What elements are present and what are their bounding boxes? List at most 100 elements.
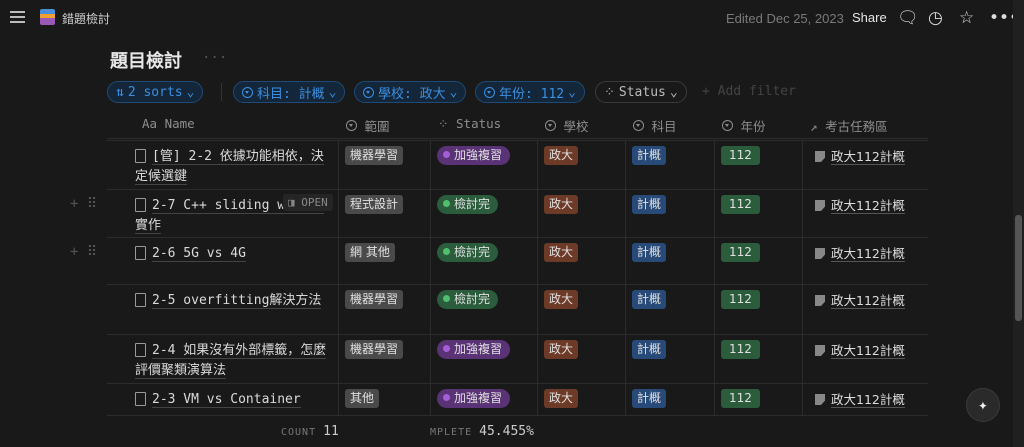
relation-link[interactable]: 政大112計概	[815, 340, 905, 359]
comment-icon[interactable]: 🗨	[897, 8, 919, 28]
column-header-school[interactable]: 學校	[545, 116, 589, 135]
page-icon	[815, 151, 825, 162]
status-dot	[443, 345, 450, 352]
filter-subject[interactable]: 科目: 計概 ⌄	[233, 81, 346, 103]
add-row-icon[interactable]: + ⠿	[70, 244, 97, 260]
column-header-name[interactable]: Aa Name	[142, 116, 195, 131]
arrow-icon: ↗	[810, 119, 818, 134]
sorts-label: 2 sorts	[127, 84, 183, 100]
subject-tag[interactable]: 計概	[632, 146, 667, 165]
table-row[interactable]: 2-7 C++ sliding window實作 ◨ OPEN 程式設計 檢討完…	[107, 189, 928, 237]
row-name[interactable]: 2-6 5G vs 4G	[135, 244, 335, 264]
page-icon	[40, 9, 55, 25]
status-dot	[443, 200, 450, 207]
filter-status[interactable]: ⁘ Status ⌄	[595, 81, 687, 103]
school-tag[interactable]: 政大	[544, 146, 579, 165]
add-row-icon[interactable]: + ⠿	[70, 196, 97, 212]
school-tag[interactable]: 政大	[544, 243, 579, 262]
relation-link[interactable]: 政大112計概	[815, 290, 905, 309]
table-row[interactable]: [管] 2-2 依據功能相依，決定候選鍵 機器學習 加強複習 政大 計概 112…	[107, 140, 928, 189]
row-name[interactable]: 2-4 如果沒有外部標籤，怎麼評價聚類演算法	[135, 341, 335, 381]
table-row[interactable]: 2-6 5G vs 4G 網 其他 檢討完 政大 計概 112 政大112計概	[107, 237, 928, 284]
header-label: 科目	[651, 119, 677, 134]
relation-link[interactable]: 政大112計概	[815, 243, 905, 262]
scrollbar-thumb[interactable]	[1015, 215, 1022, 321]
ai-assistant-button[interactable]: ✦	[966, 388, 1000, 422]
relation-link[interactable]: 政大112計概	[815, 389, 905, 408]
clock-icon[interactable]: ◷	[928, 8, 943, 28]
status-badge[interactable]: 檢討完	[437, 290, 499, 309]
menu-icon[interactable]	[10, 11, 25, 23]
range-tag[interactable]: 機器學習	[345, 340, 404, 359]
relation-link[interactable]: 政大112計概	[815, 146, 905, 165]
year-tag[interactable]: 112	[721, 243, 760, 262]
subject-tag[interactable]: 計概	[632, 243, 667, 262]
column-header-year[interactable]: 年份	[722, 116, 766, 135]
name-text: 2-3 VM vs Container	[152, 392, 301, 408]
range-tag[interactable]: 其他	[345, 389, 380, 408]
filter-label: 學校: 政大	[378, 86, 446, 102]
header-label: 考古任務區	[825, 119, 888, 134]
share-button[interactable]: Share	[852, 10, 887, 25]
year-tag[interactable]: 112	[721, 195, 760, 214]
star-icon[interactable]: ☆	[959, 8, 974, 28]
row-name[interactable]: 2-3 VM vs Container	[135, 390, 335, 410]
filter-school[interactable]: 學校: 政大 ⌄	[354, 81, 467, 103]
more-options-icon[interactable]: ···	[202, 50, 227, 66]
filter-year[interactable]: 年份: 112 ⌄	[475, 81, 585, 103]
name-text: [管] 2-2 依據功能相依，決定候選鍵	[135, 149, 324, 185]
status-badge[interactable]: 加強複習	[437, 389, 511, 408]
divider	[107, 284, 928, 285]
school-tag[interactable]: 政大	[544, 340, 579, 359]
range-tag[interactable]: 機器學習	[345, 146, 404, 165]
divider	[107, 138, 928, 139]
open-label: OPEN	[301, 196, 328, 209]
table-row[interactable]: 2-5 overfitting解決方法 機器學習 檢討完 政大 計概 112 政…	[107, 284, 928, 334]
column-header-range[interactable]: 範圍	[346, 116, 390, 135]
chevron-down-icon: ⌄	[328, 84, 337, 100]
column-header-subject[interactable]: 科目	[633, 116, 677, 135]
subject-tag[interactable]: 計概	[632, 290, 667, 309]
count-summary[interactable]: COUNT 11	[281, 424, 339, 439]
add-filter-button[interactable]: + Add filter	[702, 84, 796, 99]
subject-tag[interactable]: 計概	[632, 389, 667, 408]
column-header-relation[interactable]: ↗ 考古任務區	[810, 116, 888, 135]
page-icon	[815, 394, 825, 405]
row-name[interactable]: [管] 2-2 依據功能相依，決定候選鍵	[135, 147, 335, 187]
row-name[interactable]: 2-5 overfitting解決方法	[135, 291, 335, 311]
year-tag[interactable]: 112	[721, 389, 760, 408]
breadcrumb[interactable]: 錯題檢討	[62, 10, 110, 27]
page-icon	[815, 345, 825, 356]
range-tag[interactable]: 程式設計	[345, 195, 404, 214]
school-tag[interactable]: 政大	[544, 195, 579, 214]
header-label: Status	[456, 116, 502, 131]
status-text: 檢討完	[454, 197, 491, 211]
column-header-status[interactable]: ⁘ Status	[438, 116, 501, 131]
page-title: 題目檢討	[110, 51, 182, 72]
year-tag[interactable]: 112	[721, 146, 760, 165]
table-row[interactable]: 2-4 如果沒有外部標籤，怎麼評價聚類演算法 機器學習 加強複習 政大 計概 1…	[107, 334, 928, 383]
range-tag[interactable]: 網 其他	[345, 243, 395, 262]
status-badge[interactable]: 加強複習	[437, 146, 511, 165]
relation-link[interactable]: 政大112計概	[815, 195, 905, 214]
divider	[107, 334, 928, 335]
complete-summary[interactable]: MPLETE 45.455%	[430, 424, 534, 439]
status-dot	[443, 295, 450, 302]
open-button[interactable]: ◨ OPEN	[283, 194, 333, 211]
year-tag[interactable]: 112	[721, 290, 760, 309]
subject-tag[interactable]: 計概	[632, 195, 667, 214]
subject-tag[interactable]: 計概	[632, 340, 667, 359]
count-label: COUNT	[281, 427, 317, 438]
select-icon	[484, 86, 495, 98]
school-tag[interactable]: 政大	[544, 389, 579, 408]
status-badge[interactable]: 檢討完	[437, 195, 499, 214]
table-row[interactable]: 2-3 VM vs Container 其他 加強複習 政大 計概 112 政大…	[107, 383, 928, 415]
select-icon	[363, 86, 374, 98]
sorts-chip[interactable]: ⇅ 2 sorts ⌄	[107, 81, 204, 103]
year-tag[interactable]: 112	[721, 340, 760, 359]
school-tag[interactable]: 政大	[544, 290, 579, 309]
page-icon	[815, 248, 825, 259]
status-badge[interactable]: 檢討完	[437, 243, 499, 262]
status-badge[interactable]: 加強複習	[437, 340, 511, 359]
range-tag[interactable]: 機器學習	[345, 290, 404, 309]
